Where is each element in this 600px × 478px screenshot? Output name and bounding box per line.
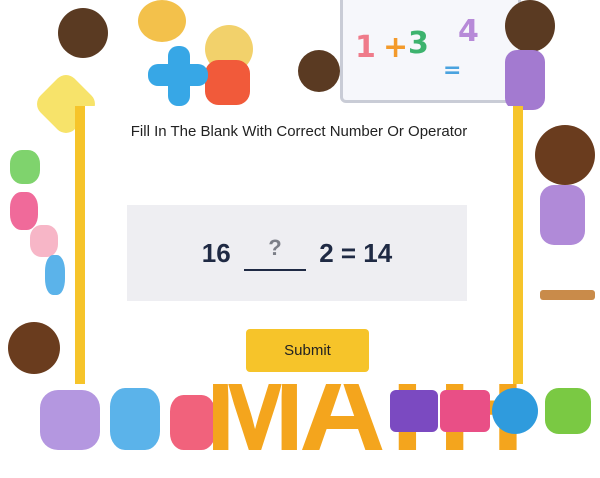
stool-illustration xyxy=(540,290,595,300)
blank-placeholder: ? xyxy=(268,235,282,260)
teacher-illustration xyxy=(505,0,555,52)
equation-box: 16 ? 2 = 14 xyxy=(127,205,467,301)
child-illustration xyxy=(535,125,595,185)
equation-right-side: 2 = 14 xyxy=(319,237,393,268)
train-illustration xyxy=(545,388,591,434)
equation: 16 ? 2 = 14 xyxy=(127,235,467,271)
child-illustration xyxy=(205,60,250,105)
teacher-illustration xyxy=(505,50,545,110)
number-decoration xyxy=(45,255,65,295)
number-decoration xyxy=(10,192,38,230)
number-decoration xyxy=(10,150,40,184)
submit-button[interactable]: Submit xyxy=(246,329,369,372)
child-illustration xyxy=(58,8,108,58)
whiteboard-glyph: = xyxy=(443,58,462,83)
whiteboard-glyph: 4 xyxy=(458,14,479,49)
child-illustration xyxy=(540,185,585,245)
whiteboard-glyph: + xyxy=(383,30,409,65)
whiteboard-glyph: 1 xyxy=(355,30,376,65)
whiteboard: 1 + 3 4 = xyxy=(340,0,521,103)
quiz-card: Fill In The Blank With Correct Number Or… xyxy=(75,106,523,384)
train-illustration xyxy=(492,388,538,434)
whiteboard-glyph: 3 xyxy=(408,26,429,61)
child-illustration xyxy=(8,322,60,374)
number-decoration xyxy=(40,390,100,450)
train-illustration xyxy=(440,390,490,432)
number-decoration xyxy=(110,388,160,450)
train-illustration xyxy=(390,390,438,432)
child-illustration xyxy=(298,50,340,92)
equation-left-operand: 16 xyxy=(201,237,231,268)
answer-blank[interactable]: ? xyxy=(243,235,306,271)
number-decoration xyxy=(30,225,58,257)
plus-sign-decoration xyxy=(168,46,190,106)
question-text: Fill In The Blank With Correct Number Or… xyxy=(130,123,468,140)
child-illustration xyxy=(138,0,186,42)
